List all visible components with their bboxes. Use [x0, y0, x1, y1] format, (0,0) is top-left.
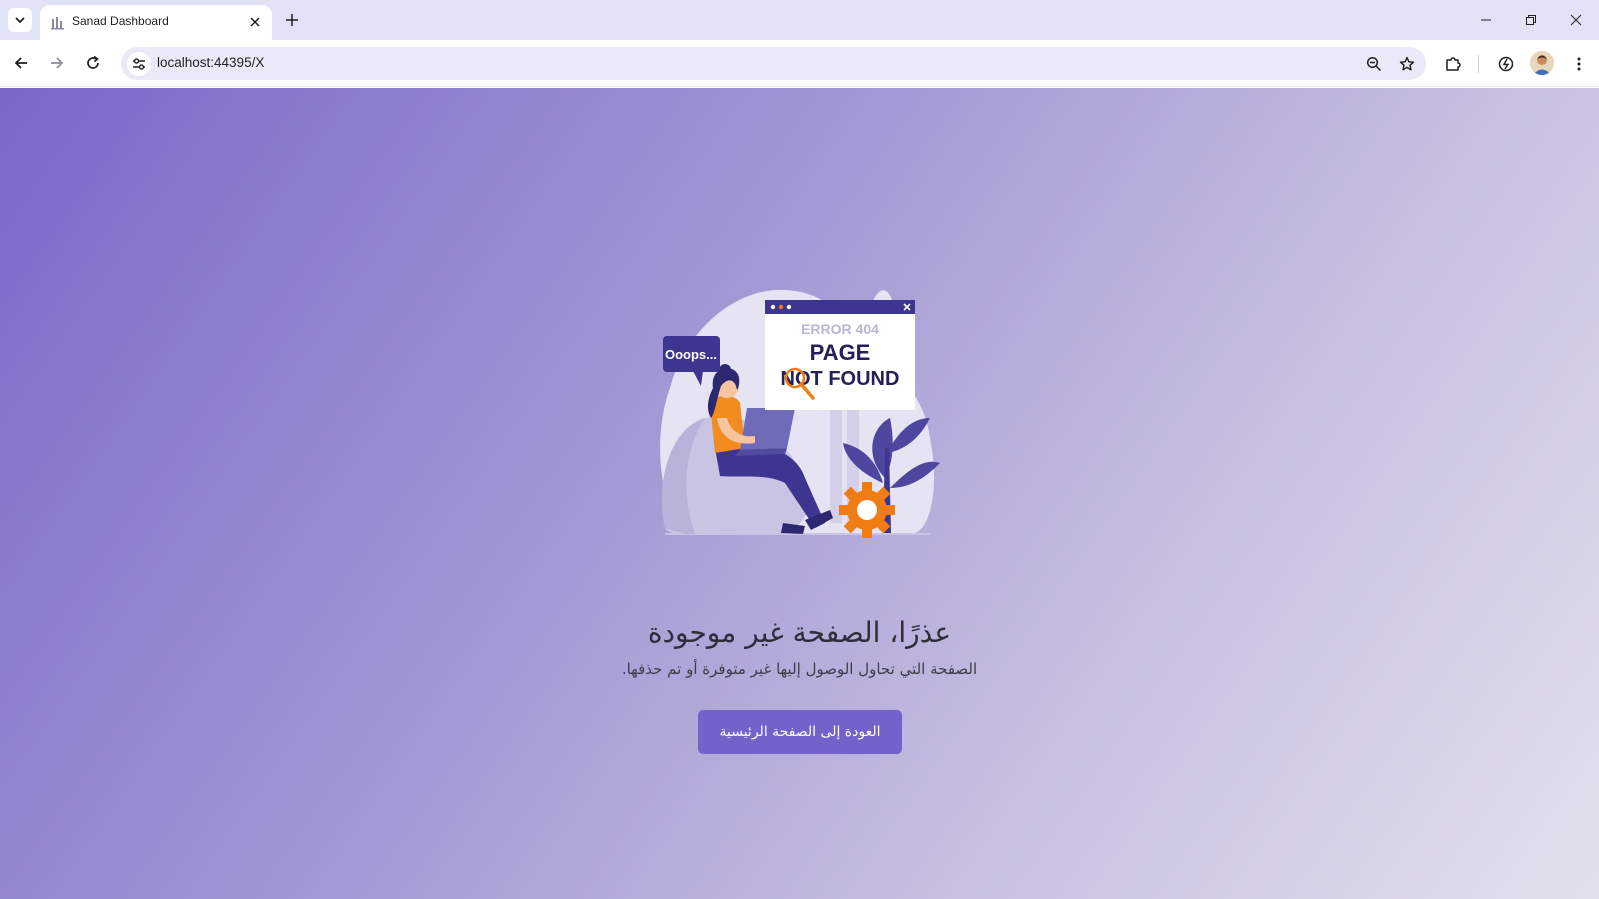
close-icon	[1570, 14, 1582, 26]
reload-icon	[87, 55, 99, 69]
star-icon	[1399, 56, 1415, 71]
back-to-home-button[interactable]: العودة إلى الصفحة الرئيسية	[698, 710, 902, 754]
profile-avatar[interactable]	[1530, 51, 1554, 75]
browser-tab[interactable]: Sanad Dashboard	[40, 5, 272, 40]
back-button[interactable]	[8, 50, 34, 76]
zoom-out-icon	[1366, 56, 1382, 72]
page-description: الصفحة التي تحاول الوصول إليها غير متوفر…	[621, 660, 978, 678]
close-icon	[250, 17, 260, 27]
new-tab-button[interactable]	[282, 10, 302, 30]
tab-title: Sanad Dashboard	[72, 14, 169, 28]
error-line1-text: PAGE	[810, 340, 871, 365]
performance-button[interactable]	[1493, 51, 1519, 77]
arrow-right-icon	[51, 57, 64, 69]
chevron-down-icon	[15, 17, 25, 24]
error-code-text: ERROR 404	[801, 321, 879, 337]
browser-toolbar: localhost:44395/X	[0, 40, 1599, 87]
favicon-icon	[51, 17, 64, 30]
window-close-button[interactable]	[1564, 8, 1588, 32]
reload-button[interactable]	[80, 50, 106, 76]
puzzle-icon	[1446, 57, 1461, 71]
minimize-button[interactable]	[1474, 8, 1498, 32]
plus-icon	[286, 14, 298, 26]
forward-button[interactable]	[44, 50, 70, 76]
error-404-illustration: Ooops... ERROR 404 PAGE NOT FOUND	[660, 289, 940, 538]
minimize-icon	[1481, 19, 1491, 21]
tab-search-button[interactable]	[8, 8, 32, 32]
tune-icon	[133, 58, 145, 70]
bookmark-button[interactable]	[1395, 52, 1419, 76]
zoom-button[interactable]	[1362, 52, 1386, 76]
speedometer-icon	[1498, 56, 1514, 72]
tab-strip: Sanad Dashboard	[0, 0, 1599, 40]
restore-icon	[1526, 15, 1536, 25]
restore-button[interactable]	[1519, 8, 1543, 32]
more-vert-icon	[1577, 57, 1581, 71]
url-text[interactable]: localhost:44395/X	[157, 55, 264, 70]
not-found-page: Ooops... ERROR 404 PAGE NOT FOUND عذرًا،…	[0, 88, 1599, 899]
address-bar[interactable]: localhost:44395/X	[121, 47, 1426, 80]
error-window: ERROR 404 PAGE NOT FOUND	[765, 300, 915, 410]
toolbar-divider	[1478, 55, 1479, 73]
page-title: عذرًا، الصفحة غير موجودة	[647, 616, 952, 649]
extensions-button[interactable]	[1440, 51, 1466, 77]
speech-bubble-text: Ooops...	[665, 347, 717, 362]
avatar-icon	[1530, 51, 1554, 75]
arrow-left-icon	[14, 57, 27, 69]
tab-close-button[interactable]	[246, 13, 264, 31]
site-info-button[interactable]	[127, 52, 151, 76]
browser-menu-button[interactable]	[1566, 51, 1592, 77]
